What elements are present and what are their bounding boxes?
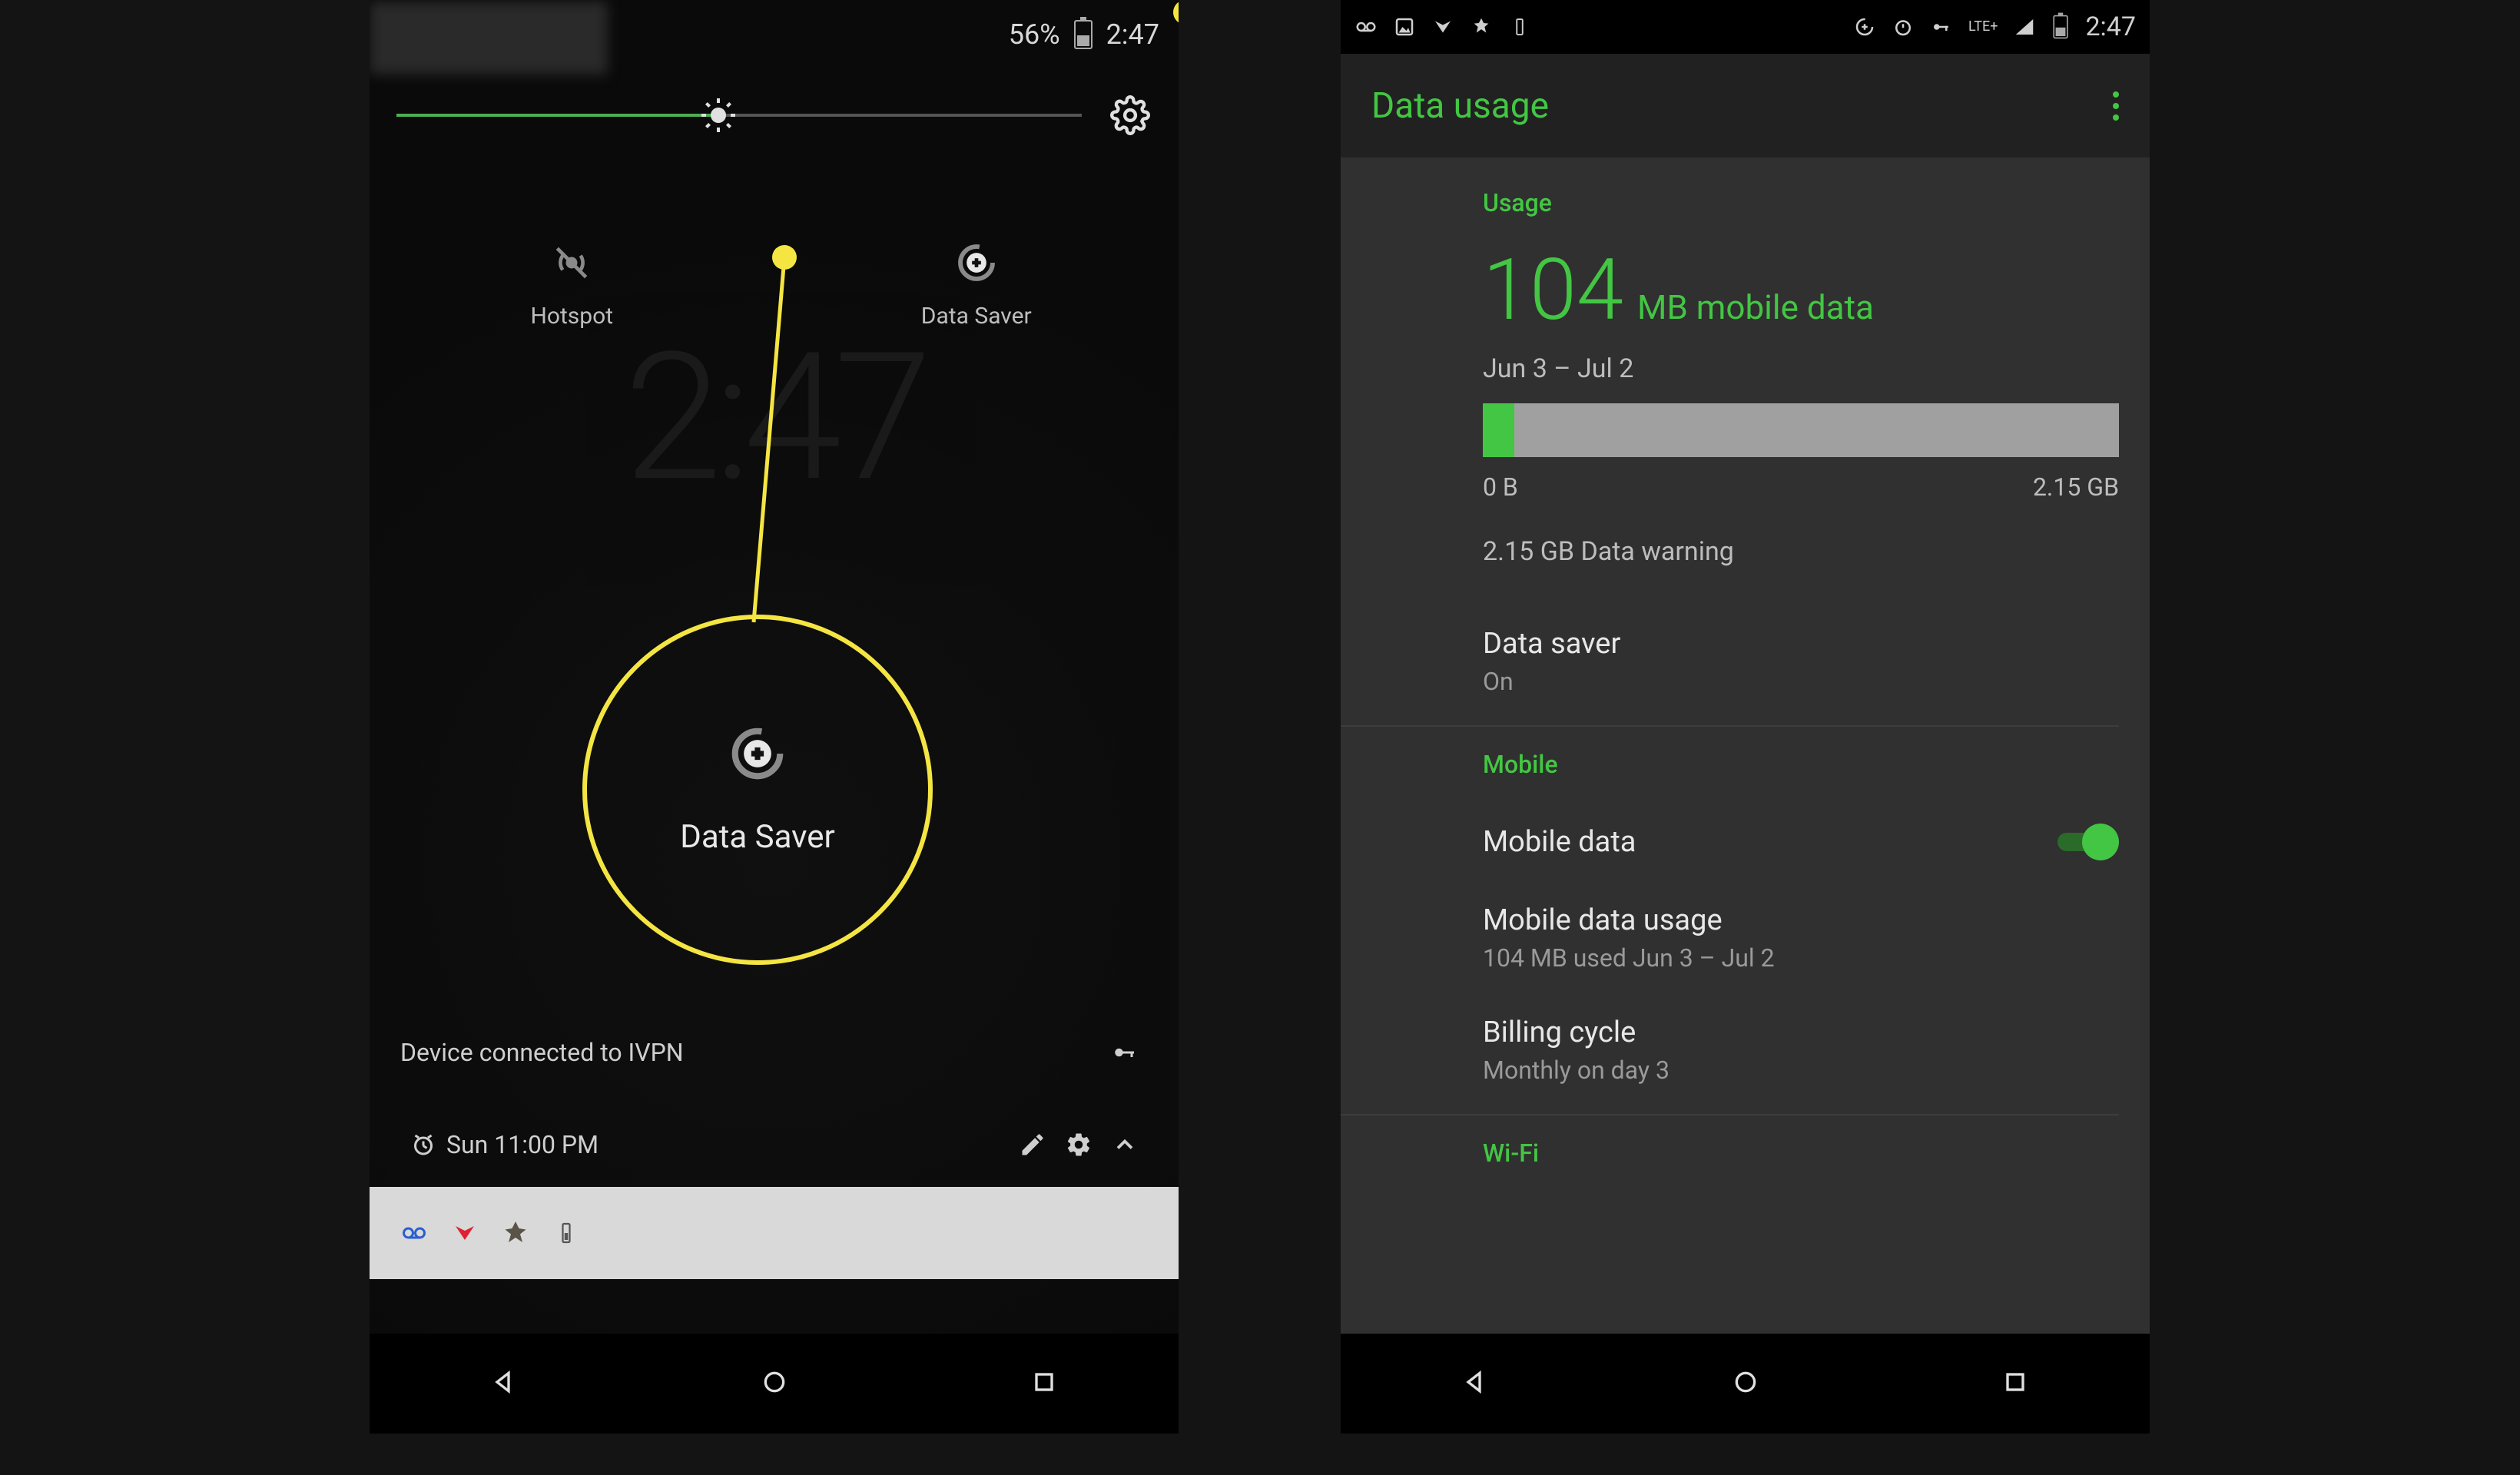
nav-home-icon[interactable]: [1730, 1367, 1761, 1400]
overflow-menu-icon[interactable]: [2113, 91, 2119, 121]
usage-period: Jun 3 – Jul 2: [1483, 353, 2119, 384]
usage-bar-labels: 0 B 2.15 GB: [1483, 472, 2119, 502]
row-data-saver[interactable]: Data saver On: [1483, 605, 2119, 718]
nav-home-icon[interactable]: [759, 1367, 790, 1400]
phone-data-usage: LTE+ 2:47 Data usage Usage 104 MB mobile…: [1341, 0, 2150, 1434]
alarm-notification-text: Sun 11:00 PM: [446, 1130, 598, 1159]
battery-small-icon: [552, 1219, 580, 1247]
status-time: 2:47: [1106, 18, 1159, 51]
section-header: Mobile: [1483, 750, 2119, 779]
battery-small-icon: [1508, 15, 1531, 38]
usage-bar: [1483, 403, 2119, 457]
qs-tile-data-saver[interactable]: Data Saver: [774, 184, 1179, 384]
leaf-icon: [1470, 15, 1493, 38]
section-header: Usage: [1483, 188, 2119, 217]
battery-icon: [1074, 20, 1093, 49]
usage-bar-min: 0 B: [1483, 472, 1518, 502]
row-title: Data saver: [1483, 627, 2119, 661]
data-saver-status-icon: [1853, 15, 1876, 38]
key-icon: [1930, 15, 1953, 38]
battery-percent: 56%: [1009, 18, 1060, 51]
image-icon: [1393, 15, 1416, 38]
settings-content: Usage 104 MB mobile data Jun 3 – Jul 2 0…: [1341, 157, 2150, 1334]
leaf-icon: [502, 1219, 529, 1247]
key-icon: [1102, 1039, 1148, 1066]
row-billing-cycle[interactable]: Billing cycle Monthly on day 3: [1483, 994, 2119, 1106]
qs-tile-label: Data Saver: [921, 303, 1032, 330]
page-title: Data usage: [1371, 85, 1549, 127]
voicemail-icon: [1354, 15, 1378, 38]
network-type: LTE+: [1968, 20, 1998, 34]
signal-icon: [2013, 15, 2036, 38]
divider: [1341, 725, 2119, 727]
settings-gear-icon[interactable]: [1109, 94, 1152, 137]
nav-back-icon[interactable]: [1461, 1367, 1491, 1400]
app-icon-red: [451, 1219, 479, 1247]
divider: [1341, 1114, 2119, 1115]
usage-number: 104: [1483, 240, 1623, 340]
row-title: Mobile data: [1483, 825, 1636, 859]
brightness-slider[interactable]: [396, 114, 1082, 117]
row-mobile-data[interactable]: Mobile data: [1483, 802, 2119, 882]
row-subtitle: Monthly on day 3: [1483, 1056, 2119, 1085]
nav-back-icon[interactable]: [489, 1367, 520, 1400]
data-warning: 2.15 GB Data warning: [1483, 536, 2119, 567]
phone-quick-settings: 2:47 56% 2:47 Hotspot: [370, 0, 1179, 1434]
row-subtitle: 104 MB used Jun 3 – Jul 2: [1483, 943, 2119, 973]
data-saver-icon: [728, 724, 788, 784]
status-bar: LTE+ 2:47: [1341, 0, 2150, 54]
qs-tile-hotspot[interactable]: Hotspot: [370, 184, 774, 384]
alarm-notification[interactable]: Sun 11:00 PM: [370, 1106, 1179, 1183]
row-title: Billing cycle: [1483, 1016, 2119, 1049]
brightness-thumb-icon[interactable]: [697, 94, 740, 137]
navigation-bar: [1341, 1334, 2150, 1434]
vpn-notification-text: Device connected to IVPN: [400, 1038, 684, 1067]
usage-bar-fill: [1483, 403, 1514, 457]
section-header: Wi-Fi: [1483, 1139, 2119, 1168]
alarm-icon: [1892, 15, 1915, 38]
section-usage: Usage 104 MB mobile data Jun 3 – Jul 2 0…: [1341, 157, 2150, 1221]
voicemail-icon: [400, 1219, 428, 1247]
notification-peek[interactable]: [370, 1187, 1179, 1279]
usage-unit: MB mobile data: [1637, 287, 1874, 327]
app-icon: [1431, 15, 1454, 38]
vpn-notification[interactable]: Device connected to IVPN: [370, 1014, 1179, 1091]
callout-label: Data Saver: [680, 818, 834, 856]
data-saver-icon: [953, 240, 1000, 286]
nav-recents-icon[interactable]: [1029, 1367, 1059, 1400]
battery-icon: [2054, 15, 2068, 38]
status-time: 2:47: [2085, 12, 2136, 42]
mobile-data-switch[interactable]: [2057, 824, 2119, 860]
app-bar: Data usage: [1341, 54, 2150, 157]
gear-icon[interactable]: [1056, 1131, 1102, 1158]
hotspot-off-icon: [549, 240, 595, 286]
qs-tile-label: Hotspot: [530, 303, 613, 330]
row-title: Mobile data usage: [1483, 903, 2119, 937]
alarm-clock-icon: [400, 1131, 446, 1158]
chevron-up-icon[interactable]: [1102, 1131, 1148, 1158]
quick-settings-tiles: Hotspot Data Saver: [370, 184, 1179, 384]
navigation-bar: [370, 1334, 1179, 1434]
edit-icon[interactable]: [1010, 1131, 1056, 1158]
brightness-slider-row: [370, 92, 1179, 138]
brightness-fill: [396, 114, 718, 117]
usage-amount: 104 MB mobile data: [1483, 240, 2119, 340]
callout-content: Data Saver: [582, 615, 933, 965]
row-mobile-usage[interactable]: Mobile data usage 104 MB used Jun 3 – Ju…: [1483, 882, 2119, 994]
usage-bar-max: 2.15 GB: [2033, 472, 2119, 502]
status-bar: 56% 2:47: [370, 0, 1179, 69]
row-subtitle: On: [1483, 667, 2119, 696]
nav-recents-icon[interactable]: [2000, 1367, 2031, 1400]
